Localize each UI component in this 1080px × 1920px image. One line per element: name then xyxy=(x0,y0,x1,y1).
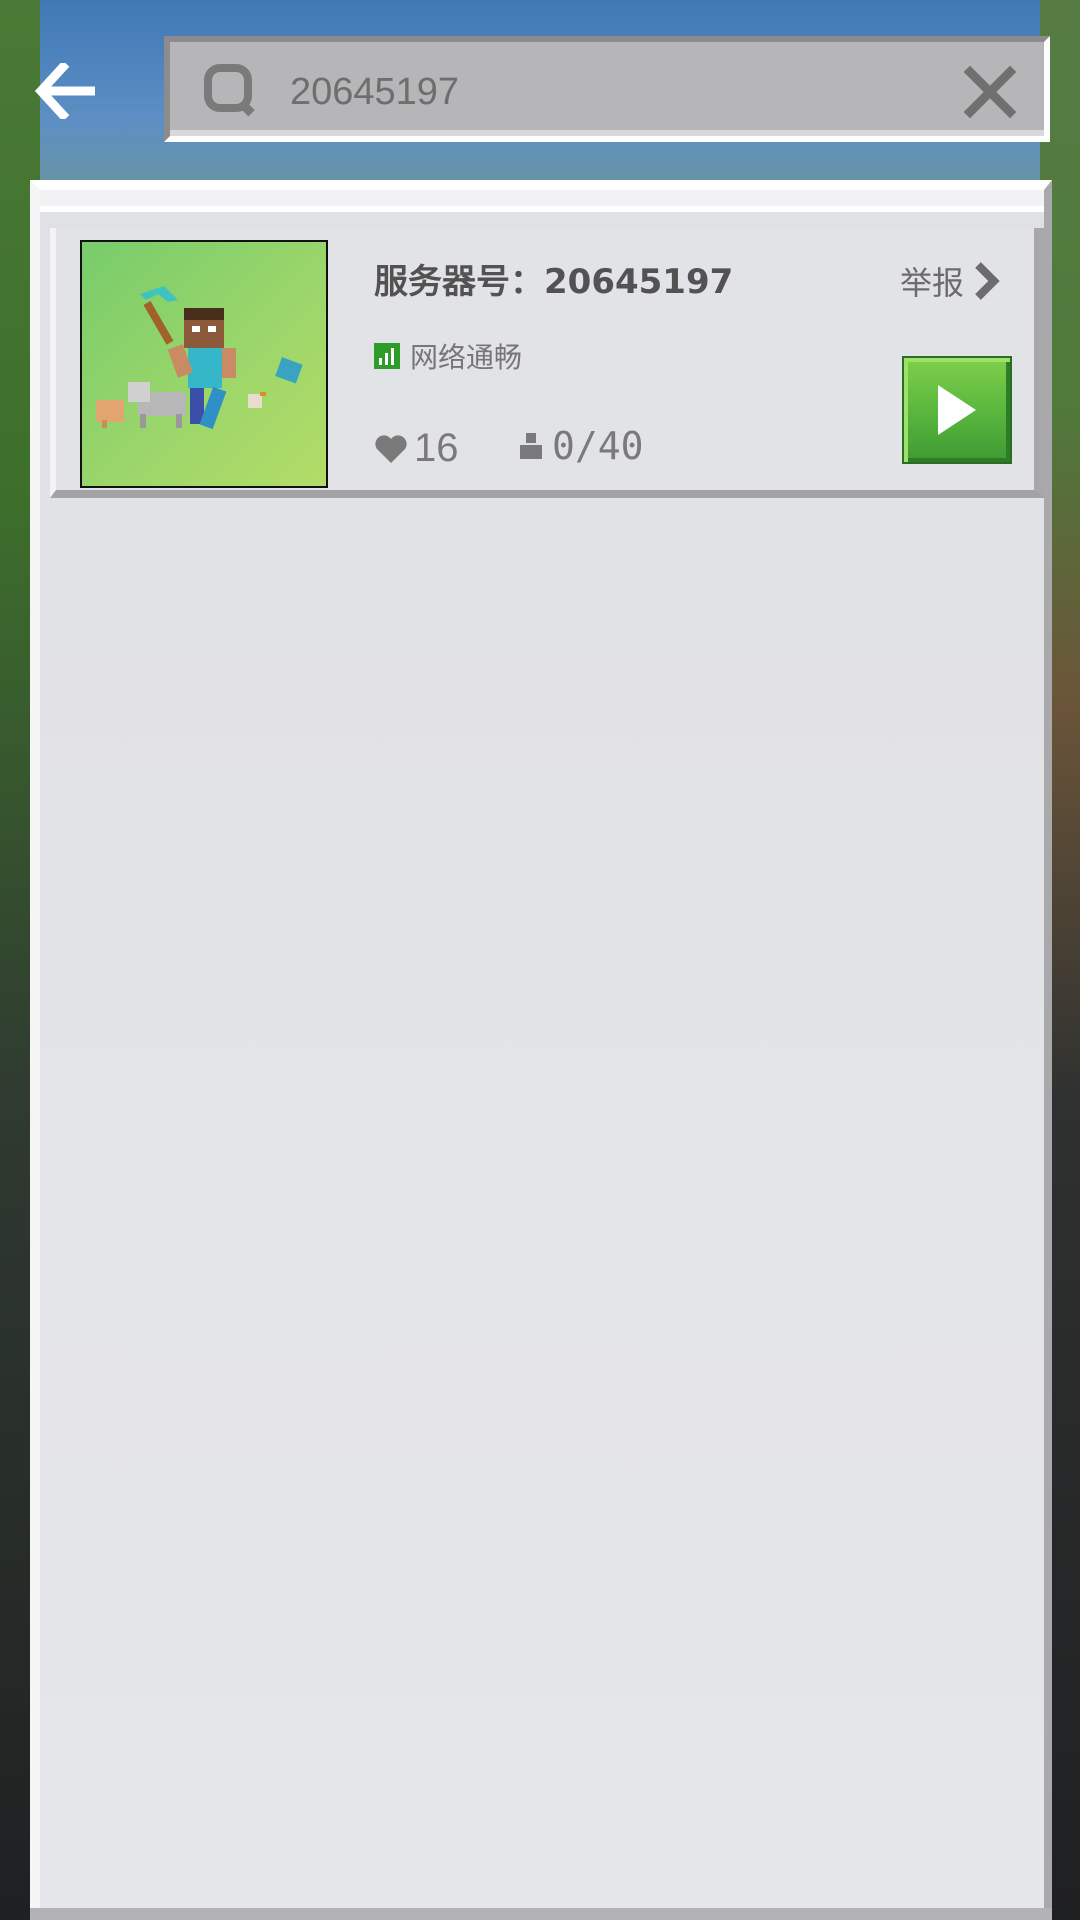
back-button[interactable] xyxy=(26,56,106,126)
search-input[interactable] xyxy=(290,60,930,124)
chevron-right-icon xyxy=(975,262,1000,300)
panel-bottom-edge xyxy=(30,1908,1052,1920)
user-icon xyxy=(520,433,542,459)
arrow-left-icon xyxy=(34,63,95,119)
network-status: 网络通畅 xyxy=(374,336,522,376)
search-bar xyxy=(164,36,1050,142)
server-thumbnail xyxy=(80,240,328,488)
likes-count: 16 xyxy=(374,426,459,471)
panel-top-band xyxy=(40,190,1044,212)
minecraft-steve-image xyxy=(96,286,303,430)
signal-icon xyxy=(374,343,400,369)
likes-value: 16 xyxy=(414,426,459,470)
player-count: 0/40 xyxy=(516,424,644,468)
report-label: 举报 xyxy=(900,264,965,302)
player-count-value: 0/40 xyxy=(552,424,644,468)
play-icon xyxy=(938,385,976,435)
network-status-label: 网络通畅 xyxy=(410,341,523,374)
play-button[interactable] xyxy=(902,356,1012,464)
server-card[interactable]: 服务器号：20645197 举报 网络通畅 16 0/40 xyxy=(50,228,1044,498)
close-icon[interactable] xyxy=(960,62,1020,122)
heart-icon xyxy=(375,434,407,463)
search-icon[interactable] xyxy=(200,60,264,124)
server-title: 服务器号：20645197 xyxy=(374,262,734,302)
report-link[interactable]: 举报 xyxy=(900,258,1000,304)
results-panel: 服务器号：20645197 举报 网络通畅 16 0/40 xyxy=(30,180,1052,1920)
